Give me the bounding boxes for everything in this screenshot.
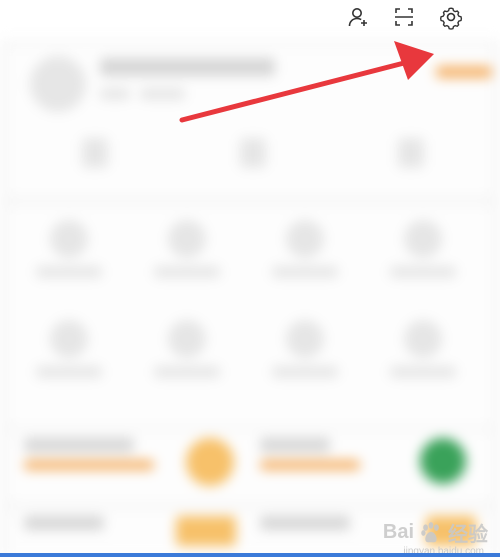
watermark-text-left: Bai xyxy=(382,521,414,543)
paw-logo-icon xyxy=(421,521,439,542)
annotation-arrow xyxy=(179,41,434,123)
bottom-edge-bar xyxy=(0,553,500,557)
watermark-text-right: 经验 xyxy=(448,524,488,546)
baidu-watermark: Bai 经验 xyxy=(383,518,488,547)
